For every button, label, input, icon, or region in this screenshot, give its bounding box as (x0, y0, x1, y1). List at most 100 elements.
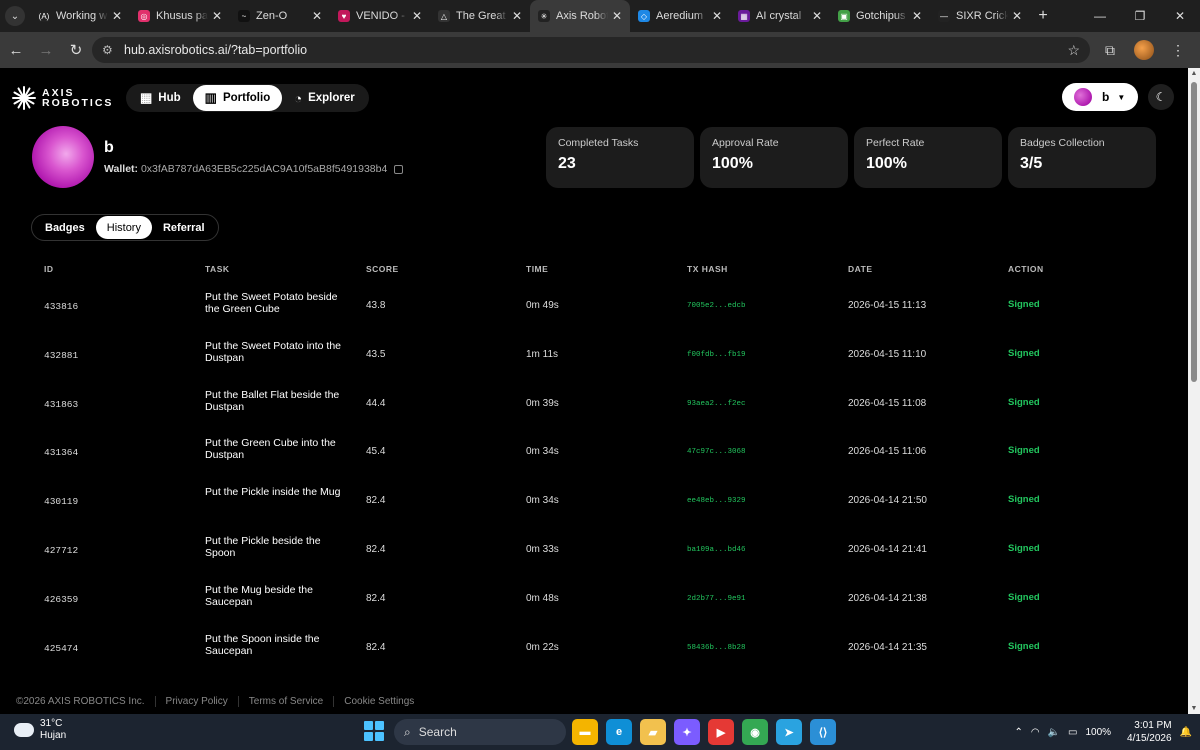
wifi-icon[interactable]: ◠ (1031, 727, 1040, 738)
close-tab-icon[interactable]: ✕ (1012, 9, 1022, 23)
close-tab-icon[interactable]: ✕ (412, 9, 422, 23)
cell-score: 43.8 (366, 300, 386, 311)
scroll-up-icon[interactable]: ▲ (1188, 70, 1200, 77)
subtab-referral[interactable]: Referral (152, 216, 216, 239)
user-menu-button[interactable]: b ▼ (1062, 83, 1138, 111)
axis-star-icon (12, 86, 36, 110)
chrome-icon[interactable]: ◉ (742, 719, 768, 745)
axis-robotics-logo[interactable]: AXIS ROBOTICS (12, 86, 113, 110)
clock[interactable]: 3:01 PM 4/15/2026 (1127, 719, 1172, 745)
minimize-icon[interactable]: — (1080, 0, 1120, 32)
theme-toggle-moon-icon[interactable]: ☾ (1148, 84, 1174, 110)
scrollbar-thumb[interactable] (1191, 82, 1197, 382)
weather-widget[interactable]: 31°C Hujan (14, 718, 66, 742)
footer: ©2026 AXIS ROBOTICS Inc. Privacy Policy … (0, 688, 1188, 714)
tx-hash-link[interactable]: 7005e2...edcb (687, 302, 746, 310)
tab-title: Working w (56, 10, 108, 22)
extensions-icon[interactable]: ⧉ (1096, 36, 1124, 64)
menu-kebab-icon[interactable]: ⋮ (1164, 36, 1192, 64)
search-label: Search (418, 725, 457, 739)
browser-tab-bar: ⌄ (A) Working w ✕ ◎ Khusus pa ✕ ~ Zen-O ✕ ♥ VENIDO… (0, 0, 1200, 32)
caret-down-icon: ▼ (1117, 92, 1126, 102)
copilot-icon[interactable]: ✦ (674, 719, 700, 745)
tx-hash-link[interactable]: 93aea2...f2ec (687, 400, 746, 408)
nav-hub[interactable]: ▦ Hub (128, 85, 193, 111)
scroll-down-icon[interactable]: ▼ (1188, 705, 1200, 712)
battery-icon[interactable]: ▭ (1068, 727, 1077, 738)
tx-hash-link[interactable]: 2d2b77...9e91 (687, 595, 746, 603)
cell-id: 431364 (44, 447, 79, 459)
browser-tab[interactable]: ◎ Khusus pa ✕ (130, 0, 230, 32)
close-tab-icon[interactable]: ✕ (812, 9, 822, 23)
notification-bell-icon[interactable]: 🔔 (1180, 727, 1192, 738)
new-tab-button[interactable]: + (1030, 7, 1056, 25)
cell-id: 433816 (44, 301, 79, 312)
browser-tab[interactable]: ♥ VENIDO - ✕ (330, 0, 430, 32)
volume-icon[interactable]: 🔈 (1048, 727, 1060, 738)
axis-star-icon: ✳ (538, 10, 550, 22)
tab-search-button[interactable]: ⌄ (0, 0, 30, 32)
close-tab-icon[interactable]: ✕ (312, 9, 322, 23)
cloud-rain-icon (14, 723, 34, 737)
profile-avatar[interactable] (1130, 36, 1158, 64)
tx-hash-link[interactable]: f00fdb...fb19 (687, 351, 746, 359)
tx-hash-link[interactable]: ba109a...bd46 (687, 546, 746, 554)
edge-icon[interactable]: e (606, 719, 632, 745)
close-tab-icon[interactable]: ✕ (612, 9, 622, 23)
footer-link-cookies[interactable]: Cookie Settings (333, 695, 424, 707)
telegram-icon[interactable]: ➤ (776, 719, 802, 745)
column-header: DATE (848, 264, 873, 274)
file-explorer-icon[interactable]: ▬ (572, 719, 598, 745)
close-tab-icon[interactable]: ✕ (912, 9, 922, 23)
signed-status: Signed (1008, 347, 1040, 359)
browser-tab[interactable]: ▣ Gotchipus ✕ (830, 0, 930, 32)
close-icon[interactable]: ✕ (1160, 0, 1200, 32)
aeredium-icon: ◇ (638, 10, 650, 22)
stat-card: Perfect Rate 100% (854, 127, 1002, 188)
copy-icon[interactable] (394, 164, 404, 174)
stat-label: Completed Tasks (558, 137, 639, 149)
close-tab-icon[interactable]: ✕ (712, 9, 722, 23)
wallet-info: Wallet: 0x3fAB787dA63EB5c225dAC9A10f5aB8… (104, 163, 404, 175)
bookmark-star-icon[interactable]: ☆ (1067, 42, 1080, 59)
taskbar-search[interactable]: ⌕ Search (394, 719, 566, 745)
browser-tab[interactable]: △ The Great ✕ (430, 0, 530, 32)
maximize-icon[interactable]: ❐ (1120, 0, 1160, 32)
close-tab-icon[interactable]: ✕ (212, 9, 222, 23)
tx-hash-link[interactable]: 47c97c...3068 (687, 448, 746, 456)
browser-tab[interactable]: ▦ AI crystal ✕ (730, 0, 830, 32)
youtube-icon[interactable]: ▶ (708, 719, 734, 745)
browser-tab[interactable]: ◇ Aeredium ✕ (630, 0, 730, 32)
cell-task: Put the Green Cube into the Dustpan (205, 437, 336, 462)
tx-hash-link[interactable]: ee48eb...9329 (687, 497, 746, 505)
site-info-icon[interactable]: ⚙ (102, 43, 116, 57)
footer-link-terms[interactable]: Terms of Service (237, 695, 333, 707)
tx-hash-link[interactable]: 58436b...8b28 (687, 644, 746, 652)
browser-tab[interactable]: — SIXR Crick ✕ (930, 0, 1030, 32)
nav-explorer[interactable]: ◔ Explorer (282, 85, 367, 111)
browser-tab[interactable]: (A) Working w ✕ (30, 0, 130, 32)
clock-time: 3:01 PM (1134, 720, 1172, 731)
address-bar[interactable]: ⚙ hub.axisrobotics.ai/?tab=portfolio ☆ (92, 37, 1090, 63)
close-tab-icon[interactable]: ✕ (512, 9, 522, 23)
subtab-badges[interactable]: Badges (34, 216, 96, 239)
page-scrollbar[interactable]: ▲ ▼ (1188, 68, 1200, 714)
footer-link-privacy[interactable]: Privacy Policy (154, 695, 238, 707)
stat-value: 23 (558, 155, 576, 172)
crystal-icon: ▦ (738, 10, 750, 22)
forward-button[interactable]: → (32, 36, 60, 64)
subtab-history[interactable]: History (95, 216, 152, 239)
stat-label: Approval Rate (712, 137, 779, 149)
chevron-up-icon[interactable]: ⌃ (1014, 727, 1022, 738)
close-tab-icon[interactable]: ✕ (112, 9, 122, 23)
reload-button[interactable]: ↻ (62, 36, 90, 64)
windows-start-icon[interactable] (364, 721, 384, 741)
vscode-icon[interactable]: ⟨⟩ (810, 719, 836, 745)
browser-tab[interactable]: ✳ Axis Robot ✕ (530, 0, 630, 32)
browser-tab[interactable]: ~ Zen-O ✕ (230, 0, 330, 32)
portfolio-subtabs: Badges History Referral (31, 214, 219, 241)
nav-portfolio[interactable]: ▥ Portfolio (192, 85, 283, 111)
cell-date: 2026-04-15 11:13 (848, 300, 927, 311)
folder-icon[interactable]: ▰ (640, 719, 666, 745)
back-button[interactable]: ← (2, 36, 30, 64)
